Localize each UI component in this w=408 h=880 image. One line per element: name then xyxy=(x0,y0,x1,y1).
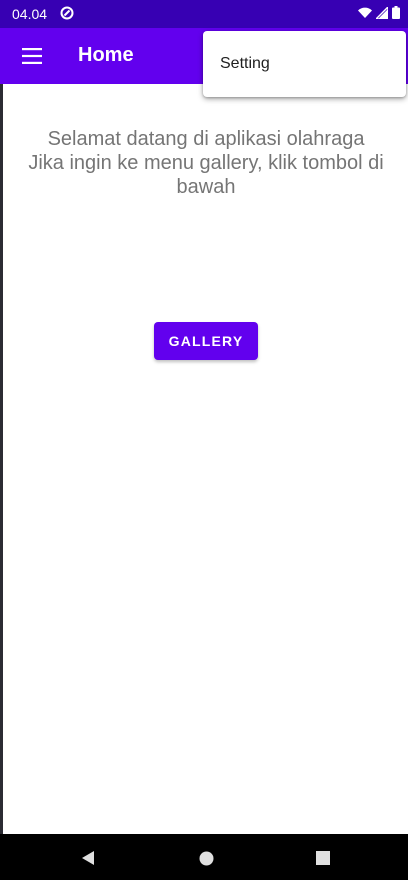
gallery-button[interactable]: GALLERY xyxy=(154,322,258,360)
wifi-icon xyxy=(358,7,372,18)
signal-icon xyxy=(376,6,388,19)
status-icons xyxy=(358,6,400,19)
menu-item-setting[interactable]: Setting xyxy=(220,55,270,73)
welcome-message: Selamat datang di aplikasi olahraga Jika… xyxy=(10,127,402,199)
recent-apps-icon[interactable] xyxy=(316,851,330,865)
hamburger-menu-icon[interactable] xyxy=(20,44,44,68)
battery-icon xyxy=(392,6,400,19)
page-title: Home xyxy=(78,44,134,66)
status-time: 04.04 xyxy=(12,6,48,22)
frame-edge xyxy=(0,0,3,880)
status-bar: 04.04 xyxy=(0,0,408,28)
welcome-line-2: Jika ingin ke menu gallery, klik tombol … xyxy=(28,152,384,198)
home-icon[interactable] xyxy=(199,851,214,866)
welcome-line-1: Selamat datang di aplikasi olahraga xyxy=(47,128,365,150)
app-notification-icon xyxy=(60,6,74,20)
screen: 04.04 Home Setting Selamat datang di apl… xyxy=(0,0,408,880)
back-icon[interactable] xyxy=(80,850,96,866)
overflow-menu: Setting xyxy=(203,31,406,97)
navigation-bar xyxy=(0,834,408,880)
